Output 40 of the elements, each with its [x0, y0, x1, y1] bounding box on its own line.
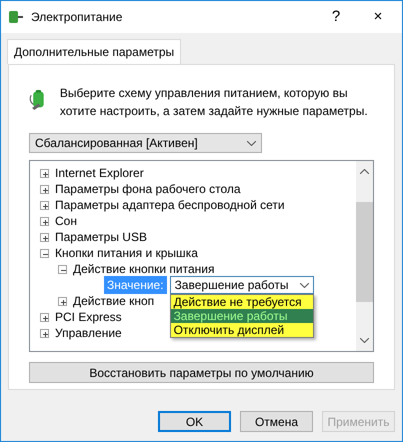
- tree-item[interactable]: Кнопки питания и крышка: [55, 244, 198, 262]
- dropdown-option[interactable]: Действие не требуется: [170, 295, 313, 309]
- expander-icon[interactable]: [40, 248, 49, 258]
- chevron-down-icon: [300, 282, 309, 288]
- restore-defaults-button[interactable]: Восстановить параметры по умолчанию: [29, 362, 374, 383]
- dropdown-option[interactable]: Отключить дисплей: [170, 323, 313, 337]
- setting-label: Значение:: [104, 276, 167, 294]
- tree-item[interactable]: Действие кнопки питания: [73, 260, 214, 278]
- tree-item[interactable]: Параметры USB: [55, 228, 147, 246]
- tree-item[interactable]: Параметры фона рабочего стола: [55, 180, 241, 198]
- expander-icon[interactable]: [40, 232, 49, 242]
- scroll-down-icon[interactable]: [360, 338, 369, 343]
- tree-item[interactable]: Управление: [55, 324, 122, 342]
- help-button[interactable]: ?: [318, 6, 354, 28]
- expander-icon[interactable]: [40, 184, 49, 194]
- expander-icon[interactable]: [40, 200, 49, 210]
- tree-item[interactable]: Internet Explorer: [55, 164, 144, 182]
- tree-item[interactable]: Действие кноп: [73, 292, 154, 310]
- close-button[interactable]: ×: [360, 6, 396, 28]
- tree-item[interactable]: Параметры адаптера беспроводной сети: [55, 196, 285, 214]
- instruction-text: Выберите схему управления питанием, которую вы хотите настроить, а затем задайте нужные параметры.: [60, 85, 369, 120]
- dropdown-option[interactable]: Завершение работы: [170, 309, 313, 323]
- window-title: Электропитание: [31, 9, 124, 26]
- scheme-dropdown[interactable]: Сбалансированная [Активен]: [29, 133, 262, 153]
- battery-plug-icon: [7, 9, 25, 25]
- tab[interactable]: Дополнительные параметры: [7, 39, 182, 64]
- expander-icon[interactable]: [40, 312, 49, 322]
- value-dropdown[interactable]: Завершение работы: [170, 276, 314, 294]
- expander-icon[interactable]: [40, 168, 49, 178]
- expander-icon[interactable]: [40, 328, 49, 338]
- dialog-button[interactable]: Отмена: [240, 411, 313, 432]
- tree-item[interactable]: PCI Express: [55, 308, 122, 326]
- scrollbar[interactable]: [356, 161, 373, 351]
- tree-item[interactable]: Сон: [55, 212, 77, 230]
- expander-icon[interactable]: [40, 216, 49, 226]
- dialog-button[interactable]: OK: [158, 411, 231, 432]
- chevron-down-icon: [247, 140, 256, 146]
- expander-icon[interactable]: [58, 264, 67, 274]
- scroll-up-icon[interactable]: [360, 169, 369, 174]
- expander-icon[interactable]: [58, 296, 67, 306]
